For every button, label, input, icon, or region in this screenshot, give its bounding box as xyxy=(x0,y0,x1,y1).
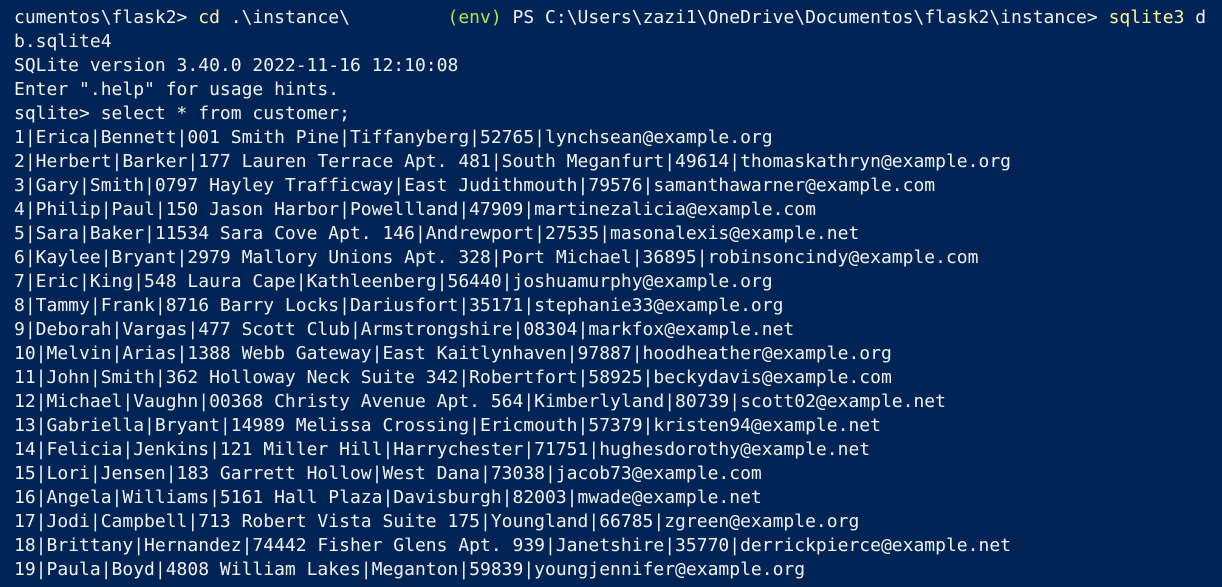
result-row: 6|Kaylee|Bryant|2979 Mallory Unions Apt.… xyxy=(14,247,979,268)
result-row: 16|Angela|Williams|5161 Hall Plaza|Davis… xyxy=(14,487,762,508)
result-row: 10|Melvin|Arias|1388 Webb Gateway|East K… xyxy=(14,343,892,364)
command-cd-args: .\instance\ xyxy=(219,7,448,28)
result-row: 5|Sara|Baker|11534 Sara Cove Apt. 146|An… xyxy=(14,223,860,244)
result-row: 17|Jodi|Campbell|713 Robert Vista Suite … xyxy=(14,511,860,532)
result-row: 2|Herbert|Barker|177 Lauren Terrace Apt.… xyxy=(14,151,1011,172)
prompt-text: cumentos\flask2> xyxy=(14,7,199,28)
result-row: 7|Eric|King|548 Laura Cape|Kathleenberg|… xyxy=(14,271,773,292)
result-row: 9|Deborah|Vargas|477 Scott Club|Armstron… xyxy=(14,319,795,340)
command-sqlite3: sqlite3 xyxy=(1108,7,1185,28)
command-sqlite3-args-wrap: b.sqlite4 xyxy=(14,31,112,52)
result-row: 12|Michael|Vaughn|00368 Christy Avenue A… xyxy=(14,391,946,412)
env-label: (env) xyxy=(447,7,502,28)
result-row: 3|Gary|Smith|0797 Hayley Trafficway|East… xyxy=(14,175,936,196)
sqlite-version-line: SQLite version 3.40.0 2022-11-16 12:10:0… xyxy=(14,55,459,76)
result-row: 19|Paula|Boyd|4808 William Lakes|Meganto… xyxy=(14,559,806,580)
terminal-window[interactable]: cumentos\flask2> cd .\instance\ (env) PS… xyxy=(0,0,1222,587)
result-row: 15|Lori|Jensen|183 Garrett Hollow|West D… xyxy=(14,463,762,484)
sqlite-hint-line: Enter ".help" for usage hints. xyxy=(14,79,340,100)
command-sqlite3-args: d xyxy=(1184,7,1207,28)
result-row: 11|John|Smith|362 Holloway Neck Suite 34… xyxy=(14,367,892,388)
sqlite-query-line: sqlite> select * from customer; xyxy=(14,103,350,124)
command-cd: cd xyxy=(198,7,220,28)
result-row: 14|Felicia|Jenkins|121 Miller Hill|Harry… xyxy=(14,439,871,460)
ps-prompt: PS C:\Users\zazi1\OneDrive\Documentos\fl… xyxy=(501,7,1109,28)
command-line-2: b.sqlite4 xyxy=(14,30,1222,54)
result-row: 13|Gabriella|Bryant|14989 Melissa Crossi… xyxy=(14,415,881,436)
result-row: 18|Brittany|Hernandez|74442 Fisher Glens… xyxy=(14,535,1011,556)
result-row: 8|Tammy|Frank|8716 Barry Locks|Dariusfor… xyxy=(14,295,784,316)
result-row: 4|Philip|Paul|150 Jason Harbor|Powelllan… xyxy=(14,199,816,220)
result-row: 1|Erica|Bennett|001 Smith Pine|Tiffanybe… xyxy=(14,127,773,148)
command-line-1: cumentos\flask2> cd .\instance\ (env) PS… xyxy=(14,6,1222,30)
scrollbar[interactable] xyxy=(1212,0,1222,587)
terminal-output: cumentos\flask2> cd .\instance\ (env) PS… xyxy=(14,6,1222,582)
